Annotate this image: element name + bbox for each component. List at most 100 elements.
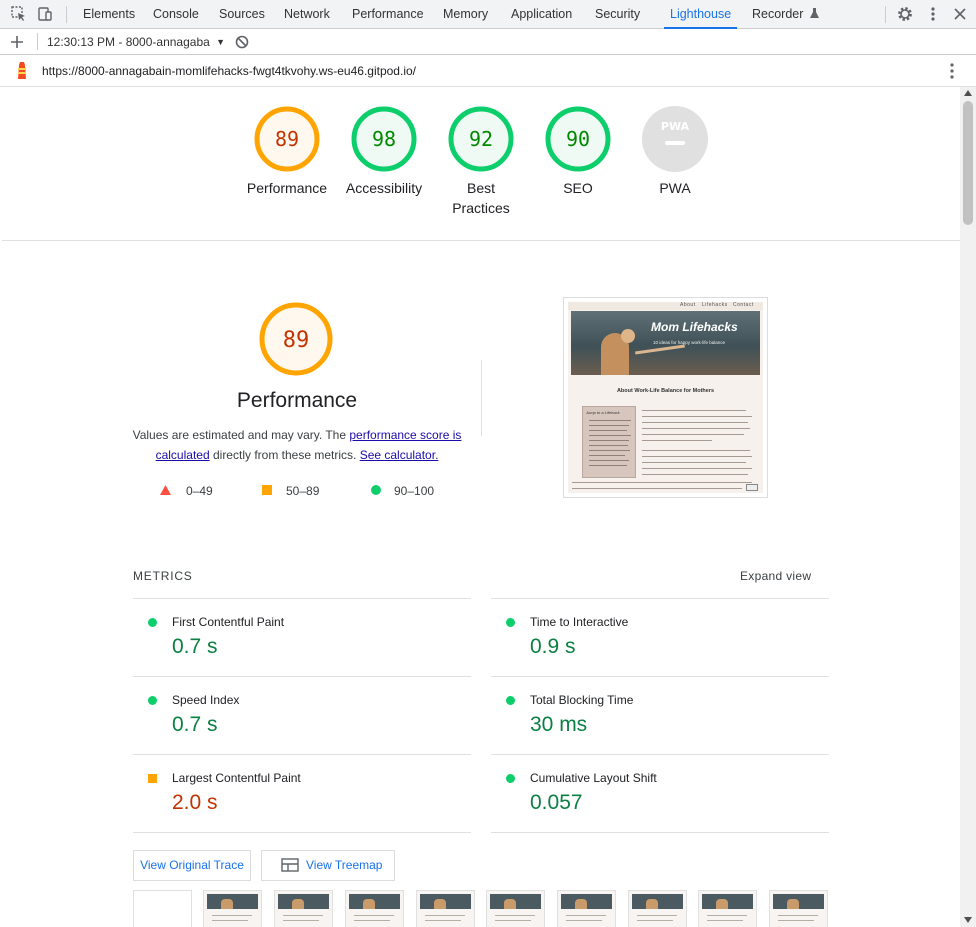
gauge-ring: 89 — [259, 302, 333, 376]
text-line — [572, 488, 742, 489]
filmstrip-frame-header — [420, 894, 471, 909]
performance-desc-text-2: directly from these metrics. — [209, 448, 360, 462]
text-line — [425, 920, 461, 921]
metrics-heading: METRICS — [133, 569, 193, 583]
screenshot-site-subtitle: 10 ideas for happy work-life balance — [653, 340, 726, 345]
text-line — [589, 455, 625, 456]
performance-title: Performance — [236, 389, 358, 412]
text-line — [589, 420, 631, 421]
clear-block-icon[interactable] — [235, 35, 249, 49]
expand-view-toggle[interactable]: Expand view — [740, 569, 811, 583]
metric-time-to-interactive: Time to Interactive 0.9 s — [491, 599, 829, 677]
settings-gear-icon[interactable] — [896, 5, 914, 23]
text-line — [642, 474, 748, 475]
tab-elements[interactable]: Elements — [83, 0, 135, 29]
text-line — [354, 915, 394, 916]
text-line — [642, 468, 752, 469]
gauge-score: 92 — [469, 127, 493, 151]
report-content: 89 Performance 98 Accessibility 92 Best … — [2, 87, 960, 927]
tab-sources[interactable]: Sources — [219, 0, 265, 29]
tab-security[interactable]: Security — [595, 0, 640, 29]
view-treemap-button[interactable]: View Treemap — [261, 850, 395, 881]
screenshot-nav-about: About — [680, 302, 696, 308]
filmstrip-frame-header — [773, 894, 824, 909]
text-line — [642, 416, 752, 417]
gauge-ring: 90 — [545, 106, 611, 172]
gauge-seo[interactable]: 90 SEO — [528, 106, 628, 198]
legend-fail-range: 0–49 — [186, 484, 213, 498]
new-report-plus-icon[interactable] — [10, 35, 24, 49]
more-options-kebab-icon[interactable] — [924, 5, 942, 23]
tab-application[interactable]: Application — [511, 0, 572, 29]
pass-circle-icon — [148, 618, 157, 627]
tab-network[interactable]: Network — [284, 0, 330, 29]
gauge-performance[interactable]: 89 Performance — [237, 106, 337, 198]
gauge-best-practices[interactable]: 92 Best Practices — [431, 106, 531, 218]
filmstrip-frame-header — [632, 894, 683, 909]
hero-figure — [621, 329, 635, 343]
url-more-options-icon[interactable] — [943, 62, 961, 80]
scroll-down-arrow-icon[interactable] — [964, 917, 972, 923]
view-original-trace-button[interactable]: View Original Trace — [133, 850, 251, 881]
metric-name: Time to Interactive — [530, 615, 629, 629]
screenshot-hero-image: Mom Lifehacks 10 ideas for happy work-li… — [571, 311, 760, 375]
text-line — [642, 410, 746, 411]
metric-largest-contentful-paint: Largest Contentful Paint 2.0 s — [133, 755, 471, 833]
close-devtools-icon[interactable] — [951, 5, 969, 23]
scroll-up-arrow-icon[interactable] — [964, 90, 972, 96]
tab-performance[interactable]: Performance — [352, 0, 424, 29]
gauge-accessibility[interactable]: 98 Accessibility — [334, 106, 434, 198]
tab-console[interactable]: Console — [153, 0, 199, 29]
report-select[interactable]: 12:30:13 PM - 8000-annagaba ▼ — [47, 35, 225, 49]
devtools-tab-bar: Elements Console Sources Network Perform… — [0, 0, 976, 29]
text-line — [566, 915, 606, 916]
screenshot-site-title: Mom Lifehacks — [651, 320, 738, 334]
gauge-ring: 89 — [254, 106, 320, 172]
gauge-ring: 98 — [351, 106, 417, 172]
gauge-pwa[interactable]: PWA PWA — [625, 106, 725, 198]
report-url[interactable]: https://8000-annagabain-momlifehacks-fwg… — [42, 64, 416, 78]
vertical-scrollbar[interactable] — [960, 87, 976, 927]
performance-description: Values are estimated and may vary. The p… — [132, 425, 462, 465]
text-line — [589, 465, 627, 466]
metric-value: 2.0 s — [172, 791, 218, 814]
filmstrip-frame — [274, 890, 333, 927]
vertical-divider — [481, 360, 482, 436]
see-calculator-link[interactable]: See calculator. — [360, 448, 439, 462]
tab-lighthouse[interactable]: Lighthouse — [663, 0, 738, 29]
screenshot-badge — [746, 484, 758, 491]
tab-memory[interactable]: Memory — [443, 0, 488, 29]
text-line — [212, 920, 248, 921]
pwa-badge-icon: PWA — [642, 106, 708, 172]
screenshot-heading: About Work-Life Balance for Mothers — [616, 388, 715, 394]
score-legend: 0–49 50–89 90–100 — [160, 484, 460, 500]
metric-name: Cumulative Layout Shift — [530, 771, 657, 785]
gauge-label: Best Practices — [452, 180, 510, 216]
text-line — [642, 428, 750, 429]
text-line — [283, 920, 319, 921]
gauge-score: 98 — [372, 127, 396, 151]
metric-name: Largest Contentful Paint — [172, 771, 301, 785]
scrollbar-thumb[interactable] — [963, 101, 973, 225]
text-line — [778, 915, 818, 916]
text-line — [589, 425, 629, 426]
performance-gauge-large: 89 — [259, 302, 333, 376]
filmstrip-frame — [486, 890, 545, 927]
screenshot-sidebar-title: Jump to a Lifehack — [586, 410, 620, 415]
metric-name: Speed Index — [172, 693, 240, 707]
pass-circle-icon — [371, 485, 381, 495]
tab-recorder[interactable]: Recorder — [752, 0, 819, 29]
metric-value: 0.9 s — [530, 635, 576, 658]
filmstrip-frame-header — [702, 894, 753, 909]
metric-cumulative-layout-shift: Cumulative Layout Shift 0.057 — [491, 755, 829, 833]
gauge-label: PWA — [659, 180, 691, 196]
filmstrip-frame-header — [561, 894, 612, 909]
metric-name: First Contentful Paint — [172, 615, 285, 629]
final-screenshot[interactable]: About Lifehacks Contact Mom Lifehacks 10… — [563, 297, 768, 498]
metric-first-contentful-paint: First Contentful Paint 0.7 s — [133, 599, 471, 677]
gauge-score: 89 — [275, 127, 299, 151]
pass-circle-icon — [506, 696, 515, 705]
inspect-element-icon[interactable] — [10, 5, 28, 23]
device-toolbar-icon[interactable] — [36, 5, 54, 23]
metric-speed-index: Speed Index 0.7 s — [133, 677, 471, 755]
